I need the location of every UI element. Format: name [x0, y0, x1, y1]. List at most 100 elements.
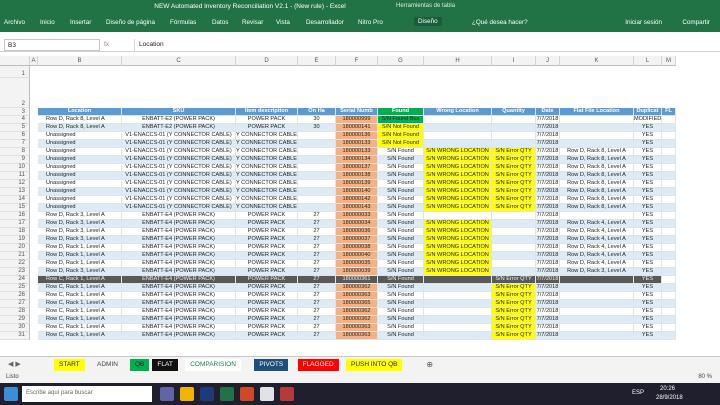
table-cell[interactable]: YES	[634, 252, 662, 260]
table-cell[interactable]: S/N WRONG LOCATION	[424, 252, 492, 260]
table-cell[interactable]: 180000140	[336, 188, 378, 196]
table-cell[interactable]: POWER PACK	[236, 316, 298, 324]
row-header[interactable]: 29	[0, 316, 30, 324]
table-cell[interactable]: YES	[634, 204, 662, 212]
table-header-cell[interactable]: Date	[536, 108, 560, 116]
table-cell[interactable]: POWER PACK	[236, 332, 298, 340]
row-header[interactable]: 19	[0, 236, 30, 244]
table-header-cell[interactable]: Flat File Location	[560, 108, 634, 116]
table-cell[interactable]	[424, 116, 492, 124]
table-header-cell[interactable]: On Ha	[298, 108, 336, 116]
table-cell[interactable]: 7/7/2018	[536, 116, 560, 124]
column-header-j[interactable]: J	[536, 56, 560, 66]
table-cell[interactable]: Row D, Rack 8, Level A	[560, 204, 634, 212]
table-cell[interactable]: Unassigned	[38, 140, 122, 148]
table-cell[interactable]: S/N Error QTY	[492, 332, 536, 340]
table-cell[interactable]: 27	[298, 228, 336, 236]
table-header-cell[interactable]: Wrong Location	[424, 108, 492, 116]
table-cell[interactable]: 7/7/2018	[536, 324, 560, 332]
table-cell[interactable]: Y CONNECTOR CABLE	[236, 132, 298, 140]
table-cell[interactable]: S/N Found	[378, 188, 424, 196]
table-cell[interactable]: YES	[634, 292, 662, 300]
table-cell[interactable]	[424, 332, 492, 340]
table-cell[interactable]: Row D, Rack 3, Level A	[38, 220, 122, 228]
table-cell[interactable]: YES	[634, 172, 662, 180]
chrome-icon[interactable]	[260, 387, 274, 401]
taskbar-search-box[interactable]: Escribe aquí para buscar	[22, 386, 152, 402]
table-cell[interactable]: POWER PACK	[236, 300, 298, 308]
ribbon-tab-nitro-pro[interactable]: Nitro Pro	[358, 19, 383, 26]
sheet-tab-admin[interactable]: ADMIN	[92, 359, 123, 371]
table-cell[interactable]: S/N Found	[378, 164, 424, 172]
column-header-b[interactable]: B	[38, 56, 122, 66]
tell-me-search[interactable]: ¿Qué desea hacer?	[472, 19, 528, 26]
table-cell[interactable]: Row C, Rack 1, Level A	[38, 324, 122, 332]
table-cell[interactable]: Unassigned	[38, 204, 122, 212]
table-cell[interactable]: 7/7/2018	[536, 292, 560, 300]
sheet-tab-push-into-qb[interactable]: PUSH INTO QB	[346, 359, 403, 371]
table-cell[interactable]: YES	[634, 284, 662, 292]
table-cell[interactable]: Row C, Rack 1, Level A	[38, 308, 122, 316]
table-cell[interactable]: V1-ENACCS-01 (Y CONNECTOR CABLE)	[122, 164, 236, 172]
table-cell[interactable]: ENBATT-E2 (POWER PACK)	[122, 116, 236, 124]
table-cell[interactable]: 7/7/2018	[536, 236, 560, 244]
table-cell[interactable]	[662, 164, 676, 172]
table-cell[interactable]: 180000142	[336, 196, 378, 204]
table-cell[interactable]	[560, 332, 634, 340]
table-cell[interactable]	[492, 252, 536, 260]
table-cell[interactable]: 7/7/2018	[536, 244, 560, 252]
table-cell[interactable]: POWER PACK	[236, 252, 298, 260]
row-header[interactable]: 27	[0, 300, 30, 308]
table-cell[interactable]: Y CONNECTOR CABLE	[236, 172, 298, 180]
input-language[interactable]: ESP	[632, 390, 644, 396]
table-cell[interactable]: ENBATT-E4 (POWER PACK)	[122, 292, 236, 300]
name-box[interactable]: B3	[4, 39, 100, 51]
table-cell[interactable]: Row D, Rack 4, Level A	[560, 236, 634, 244]
table-cell[interactable]: S/N WRONG LOCATION	[424, 196, 492, 204]
table-cell[interactable]: POWER PACK	[236, 260, 298, 268]
table-cell[interactable]	[662, 140, 676, 148]
table-cell[interactable]	[298, 140, 336, 148]
table-cell[interactable]: 27	[298, 332, 336, 340]
table-cell[interactable]	[424, 308, 492, 316]
table-cell[interactable]: 30	[298, 124, 336, 132]
table-cell[interactable]: 7/7/2018	[536, 148, 560, 156]
table-cell[interactable]: POWER PACK	[236, 220, 298, 228]
table-cell[interactable]: ENBATT-E4 (POWER PACK)	[122, 324, 236, 332]
table-cell[interactable]: 180000037	[336, 236, 378, 244]
table-cell[interactable]: 180000136	[336, 132, 378, 140]
table-cell[interactable]: POWER PACK	[236, 212, 298, 220]
table-cell[interactable]: YES	[634, 164, 662, 172]
ribbon-tab-revisar[interactable]: Revisar	[242, 19, 263, 26]
table-cell[interactable]	[492, 116, 536, 124]
table-cell[interactable]: 180000033	[336, 212, 378, 220]
column-header-a[interactable]: A	[30, 56, 38, 66]
table-cell[interactable]	[560, 140, 634, 148]
table-cell[interactable]	[298, 164, 336, 172]
table-cell[interactable]	[492, 220, 536, 228]
table-cell[interactable]	[424, 124, 492, 132]
table-cell[interactable]: Row D, Rack 8, Level A	[560, 196, 634, 204]
pdf-icon[interactable]	[280, 387, 294, 401]
table-cell[interactable]: 27	[298, 324, 336, 332]
table-cell[interactable]: YES	[634, 180, 662, 188]
table-cell[interactable]	[560, 308, 634, 316]
table-cell[interactable]: 7/7/2018	[536, 220, 560, 228]
table-cell[interactable]: 7/7/2018	[536, 196, 560, 204]
table-cell[interactable]: ENBATT-E4 (POWER PACK)	[122, 260, 236, 268]
column-header-d[interactable]: D	[236, 56, 298, 66]
table-cell[interactable]: POWER PACK	[236, 124, 298, 132]
table-header-cell[interactable]: FL	[662, 108, 676, 116]
table-cell[interactable]: YES	[634, 268, 662, 276]
table-cell[interactable]: V1-ENACCS-01 (Y CONNECTOR CABLE)	[122, 156, 236, 164]
table-cell[interactable]: YES	[634, 228, 662, 236]
table-cell[interactable]	[662, 156, 676, 164]
row-header[interactable]: 10	[0, 164, 30, 172]
row-header[interactable]: 22	[0, 260, 30, 268]
row-header[interactable]: 26	[0, 292, 30, 300]
table-cell[interactable]: 7/7/2018	[536, 180, 560, 188]
table-cell[interactable]: Row D, Rack 4, Level A	[560, 220, 634, 228]
table-cell[interactable]	[424, 140, 492, 148]
ribbon-tab-desarrollador[interactable]: Desarrollador	[306, 19, 344, 26]
table-header-cell[interactable]: Serial Numb	[336, 108, 378, 116]
